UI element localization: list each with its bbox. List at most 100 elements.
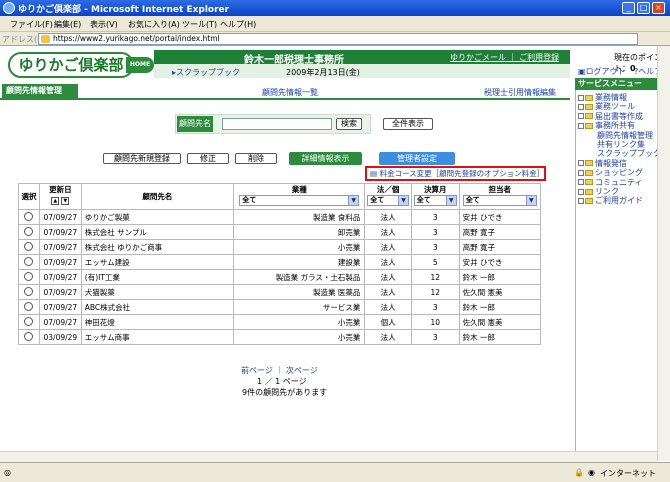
- staff-filter-select[interactable]: 全て ▼: [462, 195, 537, 206]
- row-select[interactable]: [18, 209, 40, 225]
- close-icon[interactable]: ×: [652, 2, 665, 14]
- row-radio[interactable]: [24, 226, 34, 236]
- mail-links[interactable]: ゆりかごメール ｜ ご利用登録: [450, 52, 559, 63]
- expand-icon[interactable]: [578, 169, 584, 176]
- cell-staff: 安井 ひでき: [458, 254, 542, 270]
- side-menu-label: ご利用ガイド: [595, 196, 643, 206]
- admin-settings-button[interactable]: 管理者設定: [379, 152, 455, 165]
- row-radio[interactable]: [24, 211, 34, 221]
- cell-staff: 佐久間 憲美: [458, 314, 542, 330]
- row-radio[interactable]: [24, 286, 34, 296]
- lock-icon: [41, 35, 50, 43]
- cell-fiscal: 12: [410, 269, 460, 285]
- row-select[interactable]: [18, 224, 40, 240]
- row-select[interactable]: [18, 269, 40, 285]
- pager-links[interactable]: 前ページ ｜ 次ページ: [241, 365, 318, 376]
- table-row[interactable]: 03/09/29 エッサム商事 小売業 法人 3 鈴木 一郎: [18, 329, 542, 345]
- col-industry-label: 業種: [291, 185, 307, 194]
- sort-desc-icon[interactable]: ▼: [61, 197, 70, 205]
- menu-bar: ファイル(F) 編集(E) 表示(V) お気に入り(A) ツール(T) ヘルプ(…: [0, 16, 670, 32]
- row-select[interactable]: [18, 314, 40, 330]
- logout-link[interactable]: ▣ログアウト: [578, 66, 626, 77]
- horizontal-scrollbar[interactable]: [0, 451, 657, 462]
- row-select[interactable]: [18, 254, 40, 270]
- table-row[interactable]: 07/09/27 エッサム建設 建設業 法人 5 安井 ひでき: [18, 254, 542, 270]
- expand-icon[interactable]: [578, 179, 584, 186]
- cell-type: 個人: [364, 314, 412, 330]
- expand-icon[interactable]: [578, 160, 584, 167]
- menu-tools[interactable]: ツール(T): [182, 19, 217, 30]
- cell-updated: 07/09/27: [38, 299, 82, 315]
- type-filter-select[interactable]: 全て ▼: [367, 195, 410, 206]
- industry-filter-select[interactable]: 全て ▼: [239, 195, 360, 206]
- fiscal-filter-select[interactable]: 全て ▼: [413, 195, 457, 206]
- row-radio[interactable]: [24, 301, 34, 311]
- nav-client-list-link[interactable]: 顧問先情報一覧: [262, 87, 318, 98]
- row-radio[interactable]: [24, 241, 34, 251]
- maximize-icon[interactable]: □: [637, 2, 650, 14]
- delete-button[interactable]: 削除: [235, 153, 277, 164]
- menu-edit[interactable]: 編集(E): [54, 19, 81, 30]
- side-menu-item[interactable]: ご利用ガイド: [578, 195, 643, 206]
- row-select[interactable]: [18, 299, 40, 315]
- search-button[interactable]: 検索: [336, 118, 362, 130]
- scrapbook-link[interactable]: ▸スクラップブック: [172, 67, 240, 78]
- expand-icon[interactable]: [578, 188, 584, 195]
- option-fee-link[interactable]: ▤ 料金コース変更［顧問先登録のオプション料金］: [365, 166, 546, 181]
- expand-icon[interactable]: [578, 94, 584, 101]
- table-row[interactable]: 07/09/27 神田花燈 小売業 個人 10 佐久間 憲美: [18, 314, 542, 330]
- page-info: 1 ／ 1 ページ: [257, 377, 307, 386]
- cell-industry: 小売業: [233, 314, 366, 330]
- show-all-button[interactable]: 全件表示: [383, 118, 433, 130]
- row-radio[interactable]: [24, 256, 34, 266]
- nav-divider: [0, 98, 570, 100]
- cell-updated: 07/09/27: [38, 239, 82, 255]
- row-select[interactable]: [18, 284, 40, 300]
- sort-asc-icon[interactable]: ▲: [51, 197, 60, 205]
- chevron-down-icon: ▼: [348, 196, 359, 205]
- table-row[interactable]: 07/09/27 ABC株式会社 サービス業 法人 3 鈴木 一郎: [18, 299, 542, 315]
- cell-staff: 鈴木 一郎: [458, 329, 542, 345]
- new-client-button[interactable]: 顧問先新規登録: [103, 153, 181, 164]
- menu-favorites[interactable]: お気に入り(A): [128, 19, 180, 30]
- address-input[interactable]: https://www2.yurikago.net/portal/index.h…: [38, 33, 638, 45]
- menu-view[interactable]: 表示(V): [90, 19, 118, 30]
- cell-updated: 07/09/27: [38, 254, 82, 270]
- cell-updated: 07/09/27: [38, 314, 82, 330]
- row-radio[interactable]: [24, 271, 34, 281]
- col-industry: 業種 全て ▼: [233, 183, 366, 210]
- folder-icon: [585, 169, 593, 176]
- row-radio[interactable]: [24, 316, 34, 326]
- expand-icon[interactable]: [578, 122, 584, 129]
- table-row[interactable]: 07/09/27 株式会社 ゆりかご商事 小売業 法人 3 高野 寛子: [18, 239, 542, 255]
- nav-edit-link[interactable]: 税理士引用情報編集: [484, 87, 556, 98]
- vertical-scrollbar[interactable]: [657, 46, 670, 461]
- minimize-icon[interactable]: _: [622, 2, 635, 14]
- cell-type: 法人: [364, 284, 412, 300]
- ie-icon: [3, 2, 15, 14]
- search-label: 顧問先名: [177, 116, 213, 132]
- row-radio[interactable]: [24, 331, 34, 341]
- table-row[interactable]: 07/09/27 株式会社 サンプル 卸売業 法人 3 高野 寛子: [18, 224, 542, 240]
- cell-type: 法人: [364, 239, 412, 255]
- col-fiscal: 決算月 全て ▼: [410, 183, 460, 210]
- edit-button[interactable]: 修正: [187, 153, 229, 164]
- search-input[interactable]: [222, 118, 332, 130]
- globe-icon: ◉: [588, 468, 595, 477]
- table-row[interactable]: 07/09/27 ゆりかご製菓 製造業 食料品 法人 3 安井 ひでき: [18, 209, 542, 225]
- menu-file[interactable]: ファイル(F): [10, 19, 53, 30]
- expand-icon[interactable]: [578, 197, 584, 204]
- table-row[interactable]: 07/09/27 犬猫製薬 製造業 医薬品 法人 12 佐久間 憲美: [18, 284, 542, 300]
- expand-icon[interactable]: [578, 103, 584, 110]
- cell-staff: 安井 ひでき: [458, 209, 542, 225]
- folder-icon: [585, 122, 593, 129]
- row-select[interactable]: [18, 239, 40, 255]
- home-button[interactable]: HOME: [126, 57, 154, 73]
- row-select[interactable]: [18, 329, 40, 345]
- site-logo[interactable]: ゆりかご倶楽部: [8, 52, 134, 78]
- menu-help[interactable]: ヘルプ(H): [220, 19, 256, 30]
- table-row[interactable]: 07/09/27 (有)IT工業 製造業 ガラス・土石製品 法人 12 鈴木 一郎: [18, 269, 542, 285]
- detail-button[interactable]: 詳細情報表示: [289, 152, 362, 165]
- expand-icon[interactable]: [578, 113, 584, 120]
- cell-fiscal: 3: [410, 299, 460, 315]
